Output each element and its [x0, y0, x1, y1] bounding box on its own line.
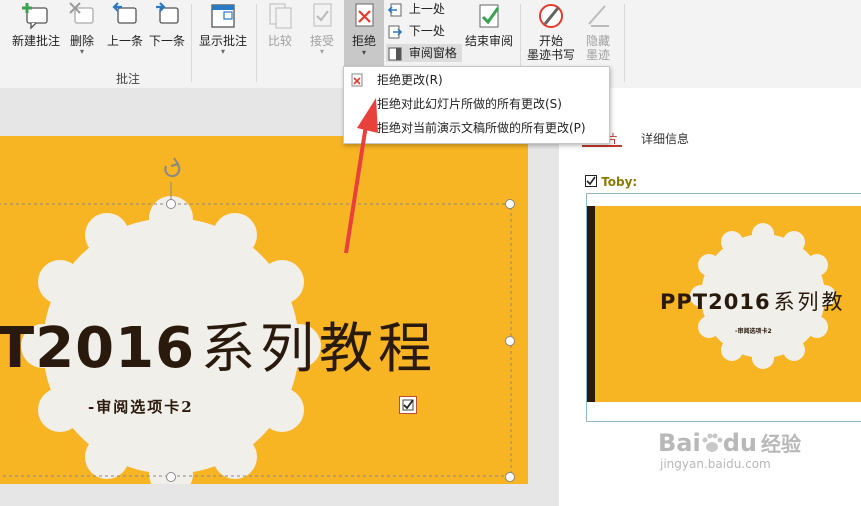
reject-icon: [355, 3, 374, 27]
previous-comment-icon: [112, 2, 137, 24]
baidu-watermark: Bai du 经验 jingyan.baidu.com: [658, 430, 801, 471]
next-comment-button[interactable]: 下一条: [147, 2, 187, 48]
paw-icon: [701, 432, 723, 452]
review-pane-label: 审阅窗格: [408, 46, 457, 60]
previous-change-icon: [387, 3, 402, 16]
menu-item-label: 拒绝对此幻灯片所做的所有更改(S): [377, 97, 562, 111]
accept-icon: [313, 3, 332, 27]
previous-change-label: 上一处: [408, 2, 445, 16]
watermark-brand-cn: 经验: [760, 432, 801, 456]
slide-canvas[interactable]: T2016 系列教程 -审阅选项卡2: [0, 136, 528, 484]
end-review-label: 结束审阅: [464, 34, 513, 48]
pen-icon: [539, 4, 563, 28]
new-comment-label: 新建批注: [11, 34, 60, 48]
previous-comment-button[interactable]: 上一条: [105, 2, 145, 48]
reject-dropdown-menu: 拒绝更改(R) 拒绝对此幻灯片所做的所有更改(S) 拒绝对当前演示文稿所做的所有…: [343, 66, 610, 144]
slide-title-latin: T2016: [0, 316, 196, 381]
slide-subtitle: -审阅选项卡2: [88, 398, 194, 416]
slide-title-chinese: 系列教程: [201, 317, 438, 380]
hide-ink-label-1: 隐藏: [585, 34, 610, 48]
next-change-button[interactable]: 下一处: [388, 22, 445, 40]
new-comment-icon: [22, 3, 48, 30]
end-review-button[interactable]: 结束审阅: [462, 2, 516, 48]
hide-ink-icon: [588, 5, 609, 27]
slide-thumbnail[interactable]: PPT2016 系列教 -审阅选项卡2: [586, 193, 861, 422]
thumbnail-title-chinese: 系列教: [773, 290, 846, 314]
next-change-label: 下一处: [408, 24, 445, 38]
author-name: Toby:: [601, 175, 638, 189]
author-checkbox-icon[interactable]: [585, 175, 597, 187]
watermark-brand2: du: [722, 429, 757, 457]
review-pane-button[interactable]: 审阅窗格: [386, 44, 462, 62]
pane-gutter: [528, 88, 559, 506]
chevron-down-icon: ▾: [361, 48, 366, 57]
accept-label: 接受: [309, 34, 334, 48]
chevron-down-icon: ▾: [79, 47, 84, 56]
review-pane-icon: [388, 47, 402, 60]
menu-item-label: 拒绝更改(R): [377, 73, 443, 87]
compare-button[interactable]: 比较: [262, 2, 298, 48]
thumbnail-slide: PPT2016 系列教 -审阅选项卡2: [587, 206, 861, 402]
delete-comment-icon: [69, 2, 94, 24]
compare-label: 比较: [267, 34, 292, 48]
chevron-down-icon: ▾: [220, 47, 225, 56]
delete-label: 删除: [69, 34, 94, 48]
menu-item-label: 拒绝对当前演示文稿所做的所有更改(P): [377, 121, 586, 135]
show-comments-button[interactable]: 显示批注 ▾: [196, 2, 250, 56]
slide-title: T2016 系列教程: [0, 304, 437, 383]
menu-item-reject-slide-changes[interactable]: 拒绝对此幻灯片所做的所有更改(S): [344, 93, 607, 115]
next-comment-icon: [156, 2, 179, 24]
menu-item-reject-presentation-changes[interactable]: 拒绝对当前演示文稿所做的所有更改(P): [344, 117, 607, 139]
start-inking-label-2: 墨迹书写: [526, 48, 575, 62]
hide-ink-button[interactable]: 隐藏 墨迹: [580, 2, 616, 62]
start-inking-label-1: 开始: [538, 34, 563, 48]
chevron-down-icon: ▾: [319, 47, 324, 56]
tab-underline: [582, 145, 622, 147]
start-inking-button[interactable]: 开始 墨迹书写: [524, 2, 578, 62]
reject-label: 拒绝: [351, 34, 376, 48]
ribbon-separator: [624, 4, 625, 82]
previous-label: 上一条: [106, 34, 143, 48]
ribbon-separator: [256, 4, 257, 82]
previous-change-button[interactable]: 上一处: [387, 0, 445, 18]
comment-marker-icon[interactable]: [399, 396, 417, 414]
comment-author-row[interactable]: Toby:: [585, 175, 637, 189]
next-change-icon: [388, 25, 403, 38]
menu-item-reject-change[interactable]: 拒绝更改(R): [344, 69, 607, 91]
reject-change-icon: [351, 73, 363, 87]
ribbon-separator: [191, 4, 192, 82]
show-comments-icon: [211, 4, 235, 28]
group-label-comments: 批注: [116, 72, 141, 86]
delete-comment-button[interactable]: 删除 ▾: [64, 2, 100, 56]
thumbnail-subtitle: -审阅选项卡2: [735, 328, 772, 335]
watermark-brand: Bai: [658, 429, 701, 457]
watermark-url: jingyan.baidu.com: [660, 457, 771, 471]
thumbnail-title: PPT2016 系列教: [660, 286, 846, 316]
new-comment-button[interactable]: 新建批注: [8, 2, 64, 48]
show-comments-label: 显示批注: [198, 34, 247, 48]
reject-button[interactable]: 拒绝 ▾: [344, 0, 384, 68]
hide-ink-label-2: 墨迹: [585, 48, 610, 62]
next-label: 下一条: [148, 34, 185, 48]
thumbnail-title-latin: PPT2016: [660, 290, 771, 314]
checkmark-icon: [402, 399, 414, 411]
accept-button[interactable]: 接受 ▾: [304, 2, 340, 56]
end-review-icon: [479, 4, 500, 28]
compare-icon: [269, 3, 292, 29]
tab-details[interactable]: 详细信息: [641, 130, 689, 147]
